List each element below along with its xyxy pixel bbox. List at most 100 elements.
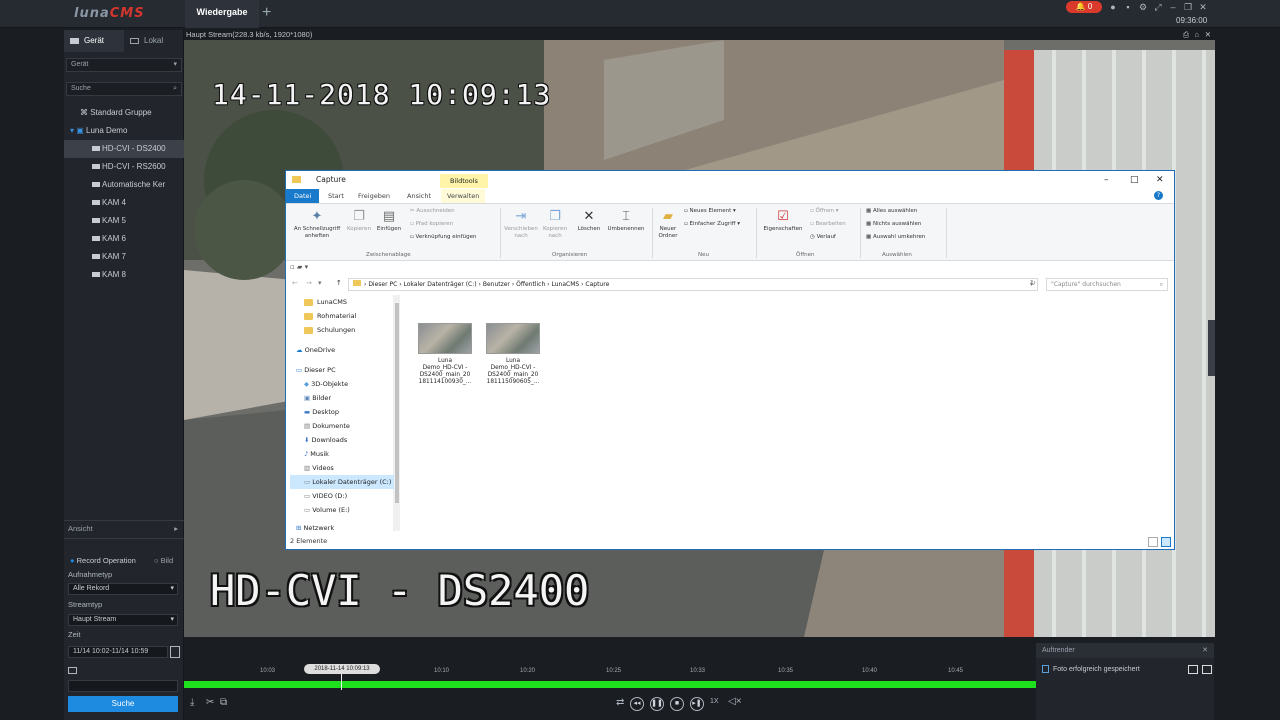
nav-item[interactable]: ▬ Desktop bbox=[290, 405, 394, 419]
tree-camera-6[interactable]: KAM 6 bbox=[64, 230, 184, 248]
calendar-icon[interactable] bbox=[170, 646, 180, 658]
nav-item[interactable]: ▤ Dokumente bbox=[290, 419, 394, 433]
tree-camera-4[interactable]: KAM 4 bbox=[64, 194, 184, 212]
device-select[interactable]: Gerät ▾ bbox=[66, 58, 182, 72]
maximize-icon[interactable]: □ bbox=[1130, 171, 1139, 189]
lock-icon[interactable]: ▪ bbox=[1122, 2, 1134, 13]
search-input[interactable]: Suche ⌕ bbox=[66, 82, 182, 96]
nav-item[interactable]: ▭ Volume (E:) bbox=[290, 503, 394, 517]
nav-item[interactable]: ⊞ Netzwerk bbox=[290, 521, 394, 535]
refresh-icon[interactable]: ↻ bbox=[1030, 279, 1036, 287]
picture-radio[interactable]: ○ Bild bbox=[154, 556, 173, 565]
properties-button[interactable]: ☑ Eigenschaften bbox=[758, 208, 808, 233]
record-type-select[interactable]: Alle Rekord ▾ bbox=[68, 583, 178, 595]
close-icon[interactable]: ✕ bbox=[1197, 2, 1209, 13]
picture-tools-tab[interactable]: Bildtools bbox=[440, 174, 488, 188]
tree-group[interactable]: ⌘ Standard Gruppe bbox=[64, 104, 184, 122]
recent-icon[interactable]: ▾ bbox=[318, 279, 322, 287]
select-all-button[interactable]: ▦ Alles auswählen bbox=[866, 208, 917, 215]
move-to-button[interactable]: ⇥ Verschieben nach bbox=[504, 208, 538, 240]
restore-icon[interactable]: ❐ bbox=[1182, 2, 1194, 13]
nav-item[interactable]: ▥ Videos bbox=[290, 461, 394, 475]
open-image-icon[interactable] bbox=[1202, 665, 1212, 674]
nav-item[interactable]: ⬇ Downloads bbox=[290, 433, 394, 447]
nav-item[interactable]: ▣ Bilder bbox=[290, 391, 394, 405]
tab-playback[interactable]: Wiedergabe bbox=[185, 0, 259, 28]
user-icon[interactable]: ● bbox=[1107, 2, 1119, 13]
crumb[interactable]: Lokaler Datenträger (C:) bbox=[404, 281, 477, 288]
time-range-input[interactable]: 11/14 10:02-11/14 10:59 bbox=[68, 646, 168, 658]
view-section[interactable]: Ansicht ▸ bbox=[64, 520, 184, 536]
search-button[interactable]: Suche bbox=[68, 696, 178, 712]
crumb[interactable]: Öffentlich bbox=[516, 281, 545, 288]
explorer-search-input[interactable]: "Capture" durchsuchen ⌕ bbox=[1046, 278, 1168, 291]
paste-button[interactable]: ▤ Einfügen bbox=[374, 208, 404, 233]
edit-button[interactable]: ▫ Bearbeiten bbox=[810, 221, 846, 228]
stop-icon[interactable]: ■ bbox=[670, 697, 684, 711]
nav-item[interactable]: Schulungen bbox=[290, 323, 394, 337]
nav-item[interactable]: ♪ Musik bbox=[290, 447, 394, 461]
delete-button[interactable]: ✕ Löschen bbox=[574, 208, 604, 233]
new-folder-button[interactable]: ▰ Neuer Ordner bbox=[654, 208, 682, 240]
tab-manage[interactable]: Verwalten bbox=[441, 189, 486, 203]
tree-device[interactable]: ▾ ▣ Luna Demo bbox=[64, 122, 184, 140]
sync-icon[interactable]: ⇄ bbox=[616, 697, 624, 708]
tree-camera-7[interactable]: KAM 7 bbox=[64, 248, 184, 266]
minimize-icon[interactable]: – bbox=[1104, 171, 1109, 189]
tree-camera-3[interactable]: Automatische Ker bbox=[64, 176, 184, 194]
volume-icon[interactable]: ◁× bbox=[728, 696, 742, 707]
side-collapse-handle[interactable] bbox=[1208, 320, 1215, 376]
address-bar[interactable]: › Dieser PC › Lokaler Datenträger (C:) ›… bbox=[348, 278, 1038, 291]
timeline-cursor-label[interactable]: 2018-11-14 10:09:13 bbox=[304, 664, 380, 674]
up-icon[interactable]: ↑ bbox=[336, 279, 342, 287]
forward-icon[interactable]: → bbox=[306, 279, 312, 287]
tab-view[interactable]: Ansicht bbox=[401, 189, 437, 203]
tree-camera-2[interactable]: HD-CVI - RS2600 bbox=[64, 158, 184, 176]
storage-select[interactable] bbox=[68, 680, 178, 692]
fullscreen-icon[interactable]: ⤢ bbox=[1152, 2, 1164, 13]
history-button[interactable]: ◷ Verlauf bbox=[810, 234, 836, 241]
pin-button[interactable]: ✦ An Schnellzugriff anheften bbox=[288, 208, 346, 240]
nav-item-selected[interactable]: ▭ Lokaler Datenträger (C:) bbox=[290, 475, 394, 489]
invert-selection-button[interactable]: ▦ Auswahl umkehren bbox=[866, 234, 925, 241]
tree-camera-5[interactable]: KAM 5 bbox=[64, 212, 184, 230]
details-view-icon[interactable] bbox=[1148, 537, 1158, 547]
download-icon[interactable]: ⤓ bbox=[190, 697, 194, 708]
crumb[interactable]: Dieser PC bbox=[368, 281, 397, 288]
next-frame-icon[interactable]: ▸❚ bbox=[690, 697, 704, 711]
crumb[interactable]: Benutzer bbox=[483, 281, 510, 288]
rewind-icon[interactable]: ◂◂ bbox=[630, 697, 644, 711]
alarm-badge[interactable]: 🔔 0 bbox=[1066, 1, 1102, 13]
new-item-button[interactable]: ▫ Neues Element ▾ bbox=[684, 208, 736, 215]
pause-icon[interactable]: ❚❚ bbox=[650, 697, 664, 711]
copy-path-button[interactable]: ▫ Pfad kopieren bbox=[410, 221, 453, 228]
select-none-button[interactable]: ▦ Nichts auswählen bbox=[866, 221, 921, 228]
open-folder-icon[interactable] bbox=[1188, 665, 1198, 674]
close-icon[interactable]: ✕ bbox=[1156, 171, 1164, 189]
back-icon[interactable]: ← bbox=[292, 279, 298, 287]
nav-scrollbar[interactable] bbox=[394, 295, 400, 531]
nav-item[interactable]: LunaCMS bbox=[290, 295, 394, 309]
nav-item[interactable]: Rohmaterial bbox=[290, 309, 394, 323]
add-tab-icon[interactable]: + bbox=[262, 4, 271, 22]
close-icon[interactable]: ✕ bbox=[1202, 643, 1208, 658]
disk-icon[interactable] bbox=[68, 667, 77, 674]
tab-share[interactable]: Freigeben bbox=[352, 189, 396, 203]
tree-camera-1[interactable]: HD-CVI - DS2400 bbox=[64, 140, 184, 158]
recording-bar[interactable] bbox=[184, 681, 1036, 688]
cut-button[interactable]: ✂ Ausschneiden bbox=[410, 208, 455, 215]
quick-access-toolbar[interactable]: ▫ ▰ ▾ bbox=[290, 263, 308, 271]
minimize-icon[interactable]: – bbox=[1167, 2, 1179, 13]
nav-item[interactable]: ☁ OneDrive bbox=[290, 343, 394, 357]
tree-camera-8[interactable]: KAM 8 bbox=[64, 266, 184, 284]
tiles-view-icon[interactable] bbox=[1161, 537, 1171, 547]
copy-button[interactable]: ❐ Kopieren bbox=[344, 208, 374, 233]
paste-shortcut-button[interactable]: ▫ Verknüpfung einfügen bbox=[410, 234, 476, 241]
stream-type-select[interactable]: Haupt Stream ▾ bbox=[68, 614, 178, 626]
file-item[interactable]: Luna Demo_HD-CVI - DS2400_main_20 181115090… bbox=[484, 323, 542, 386]
gear-icon[interactable]: ⚙ bbox=[1137, 2, 1149, 13]
easy-access-button[interactable]: ▫ Einfacher Zugriff ▾ bbox=[684, 221, 740, 228]
clip-icon[interactable]: ✂ bbox=[206, 697, 214, 708]
export-icon[interactable]: ⧉ bbox=[220, 697, 227, 708]
help-icon[interactable]: ? bbox=[1154, 191, 1163, 200]
